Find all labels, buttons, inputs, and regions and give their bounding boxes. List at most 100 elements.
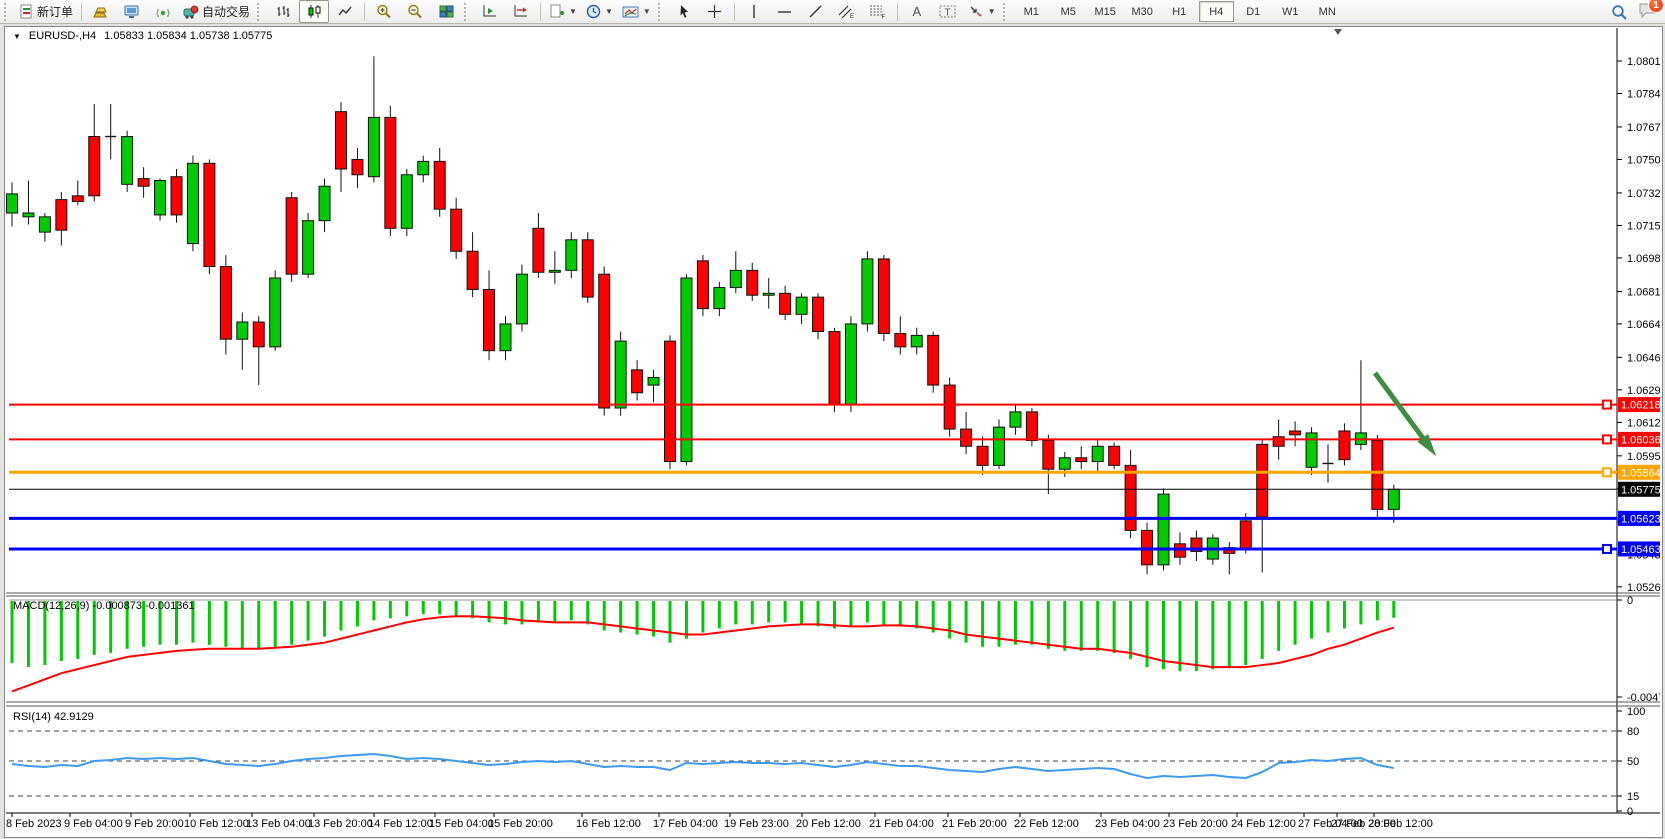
gold-bars-icon bbox=[93, 5, 109, 19]
svg-text:21 Feb 04:00: 21 Feb 04:00 bbox=[869, 818, 934, 830]
toolbar-grip[interactable] bbox=[1003, 3, 1010, 21]
crosshair-button[interactable] bbox=[700, 0, 730, 23]
trendline-button[interactable] bbox=[801, 0, 831, 23]
svg-text:1.07500: 1.07500 bbox=[1627, 154, 1660, 166]
svg-text:1.07845: 1.07845 bbox=[1627, 89, 1660, 101]
macd-pane-label: MACD(12,26,9) -0.000873 -0.001361 bbox=[13, 600, 195, 612]
vertical-line-button[interactable] bbox=[739, 0, 769, 23]
text-label-button[interactable]: T bbox=[933, 0, 963, 23]
templates-button[interactable]: ▼ bbox=[618, 0, 655, 23]
chart-canvas[interactable]: 1.080151.078451.076701.075001.073251.071… bbox=[5, 27, 1660, 835]
new-order-label: 新订单 bbox=[37, 3, 73, 20]
svg-text:19 Feb 23:00: 19 Feb 23:00 bbox=[724, 818, 789, 830]
svg-text:0: 0 bbox=[1627, 806, 1633, 818]
svg-text:1.07670: 1.07670 bbox=[1627, 122, 1660, 134]
search-icon[interactable] bbox=[1611, 4, 1628, 21]
svg-text:9 Feb 20:00: 9 Feb 20:00 bbox=[125, 818, 184, 830]
macd-pane: 0 -0.00477 bbox=[9, 595, 1660, 704]
horizontal-line-icon bbox=[777, 6, 792, 18]
market-watch-button[interactable] bbox=[117, 0, 147, 23]
timeframe-button-m30[interactable]: M30 bbox=[1125, 1, 1160, 22]
chart-shift-button[interactable] bbox=[475, 0, 505, 23]
level-marker[interactable] bbox=[1603, 401, 1611, 409]
svg-text:14 Feb 12:00: 14 Feb 12:00 bbox=[368, 818, 433, 830]
timeframe-button-w1[interactable]: W1 bbox=[1273, 1, 1308, 22]
level-marker[interactable] bbox=[1603, 468, 1611, 476]
svg-text:0: 0 bbox=[1627, 595, 1633, 607]
text-button[interactable]: A bbox=[902, 0, 932, 23]
svg-text:1.06810: 1.06810 bbox=[1627, 286, 1660, 298]
svg-text:1.05864: 1.05864 bbox=[1621, 467, 1660, 479]
fibonacci-button[interactable]: F bbox=[863, 0, 893, 23]
svg-text:17 Feb 04:00: 17 Feb 04:00 bbox=[653, 818, 718, 830]
signals-button[interactable] bbox=[148, 0, 178, 23]
level-marker[interactable] bbox=[1603, 435, 1611, 443]
svg-text:1.06036: 1.06036 bbox=[1621, 434, 1660, 446]
svg-text:15 Feb 04:00: 15 Feb 04:00 bbox=[429, 818, 494, 830]
svg-text:24 Feb 12:00: 24 Feb 12:00 bbox=[1231, 818, 1296, 830]
line-chart-button[interactable] bbox=[330, 0, 360, 23]
horizontal-line-button[interactable] bbox=[770, 0, 800, 23]
chart-collapse-icon[interactable]: ▼ bbox=[13, 32, 21, 41]
tile-windows-icon bbox=[439, 5, 454, 19]
svg-text:100: 100 bbox=[1627, 706, 1645, 718]
svg-text:28 Feb 12:00: 28 Feb 12:00 bbox=[1368, 818, 1433, 830]
arrows-button[interactable]: ▼ bbox=[964, 0, 1000, 23]
candles-layer[interactable] bbox=[7, 56, 1400, 574]
timeframe-button-m1[interactable]: M1 bbox=[1014, 1, 1049, 22]
timeframe-button-m15[interactable]: M15 bbox=[1088, 1, 1123, 22]
line-chart-icon bbox=[338, 4, 353, 19]
rsi-pane-label: RSI(14) 42.9129 bbox=[13, 711, 94, 723]
dropdown-caret-icon: ▼ bbox=[643, 7, 651, 16]
svg-text:F: F bbox=[882, 15, 886, 20]
timeframe-button-h1[interactable]: H1 bbox=[1162, 1, 1197, 22]
periods-button[interactable]: ▼ bbox=[582, 0, 617, 23]
text-label-icon: T bbox=[939, 4, 956, 19]
zoom-in-button[interactable] bbox=[369, 0, 399, 23]
svg-text:20 Feb 12:00: 20 Feb 12:00 bbox=[796, 818, 861, 830]
annotation-arrow[interactable] bbox=[1375, 373, 1436, 456]
svg-text:1.06218: 1.06218 bbox=[1621, 400, 1660, 412]
auto-scroll-button[interactable] bbox=[506, 0, 536, 23]
trendline-icon bbox=[808, 4, 823, 19]
timeframe-button-mn[interactable]: MN bbox=[1310, 1, 1345, 22]
svg-text:23 Feb 20:00: 23 Feb 20:00 bbox=[1163, 818, 1228, 830]
autotrading-button[interactable]: 自动交易 bbox=[179, 0, 254, 23]
date-axis: 8 Feb 20239 Feb 04:009 Feb 20:0010 Feb 1… bbox=[6, 813, 1433, 830]
dropdown-caret-icon: ▼ bbox=[988, 7, 996, 16]
rsi-line bbox=[12, 754, 1394, 778]
svg-text:1.05950: 1.05950 bbox=[1627, 451, 1660, 463]
bar-chart-button[interactable] bbox=[268, 0, 298, 23]
cursor-button[interactable] bbox=[669, 0, 699, 23]
toolbar-grip[interactable] bbox=[658, 3, 665, 21]
timeframe-button-m5[interactable]: M5 bbox=[1051, 1, 1086, 22]
svg-text:22 Feb 12:00: 22 Feb 12:00 bbox=[1014, 818, 1079, 830]
svg-text:21 Feb 20:00: 21 Feb 20:00 bbox=[942, 818, 1007, 830]
chart-title: ▼ EURUSD-,H4 1.05833 1.05834 1.05738 1.0… bbox=[13, 30, 272, 42]
chart-shift-icon bbox=[482, 4, 498, 19]
auto-scroll-icon bbox=[513, 4, 529, 19]
timeframe-button-h4[interactable]: H4 bbox=[1199, 1, 1234, 22]
candlestick-chart-button[interactable] bbox=[299, 0, 329, 23]
svg-text:T: T bbox=[945, 8, 951, 19]
market-depth-button[interactable] bbox=[86, 0, 116, 23]
notification-badge: 1 bbox=[1648, 0, 1664, 13]
svg-text:1.06125: 1.06125 bbox=[1627, 417, 1660, 429]
chart-shift-marker[interactable] bbox=[1334, 29, 1342, 35]
zoom-out-button[interactable] bbox=[400, 0, 430, 23]
new-order-button[interactable]: 新订单 bbox=[15, 0, 77, 23]
tile-windows-button[interactable] bbox=[431, 0, 461, 23]
toolbar-grip[interactable] bbox=[257, 3, 264, 21]
timeframe-button-d1[interactable]: D1 bbox=[1236, 1, 1271, 22]
new-chart-button[interactable]: ▼ bbox=[545, 0, 581, 23]
svg-text:A: A bbox=[912, 4, 921, 19]
notifications-button[interactable]: 1 bbox=[1638, 2, 1657, 22]
clock-icon bbox=[586, 4, 601, 19]
toolbar-grip[interactable] bbox=[4, 3, 11, 21]
text-icon: A bbox=[910, 4, 924, 19]
toolbar-grip[interactable] bbox=[464, 3, 471, 21]
equidistant-channel-button[interactable]: E bbox=[832, 0, 862, 23]
svg-text:-0.00477: -0.00477 bbox=[1627, 692, 1660, 704]
template-icon bbox=[622, 5, 639, 19]
level-marker[interactable] bbox=[1603, 545, 1611, 553]
